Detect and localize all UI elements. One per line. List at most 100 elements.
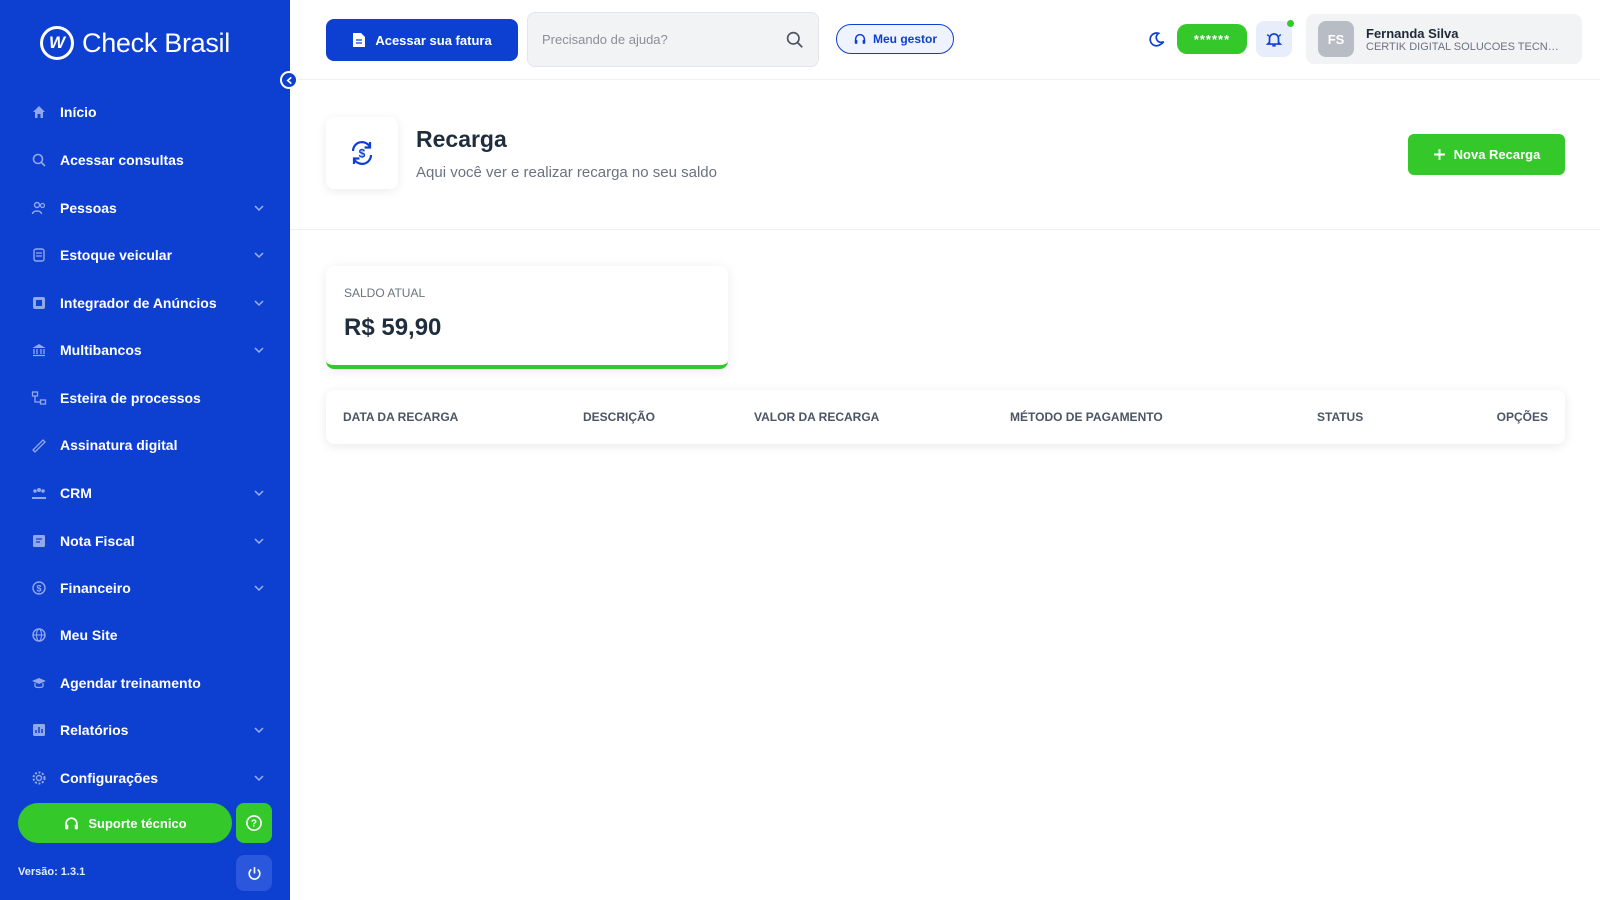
notification-indicator — [1287, 20, 1294, 27]
access-invoice-label: Acessar sua fatura — [375, 32, 492, 48]
chevron-down-icon — [252, 344, 266, 356]
help-button[interactable]: ? — [236, 803, 272, 843]
sidebar-item-crm[interactable]: CRM — [30, 478, 266, 508]
sidebar-item-label: Agendar treinamento — [60, 675, 201, 691]
logo-text: Check Brasil — [82, 27, 230, 58]
invoice-icon — [30, 532, 48, 550]
sidebar: W Check Brasil Início Acessar consultas … — [0, 0, 290, 900]
bank-icon — [30, 341, 48, 359]
sidebar-item-relatorios[interactable]: Relatórios — [30, 715, 266, 745]
finance-icon: $ — [30, 579, 48, 597]
help-search-input[interactable] — [542, 32, 785, 47]
sidebar-item-inicio[interactable]: Início — [30, 97, 266, 127]
chevron-left-icon — [285, 76, 294, 85]
chevron-down-icon — [252, 535, 266, 547]
sidebar-item-label: Esteira de processos — [60, 390, 201, 406]
support-button[interactable]: Suporte técnico — [18, 803, 232, 843]
logo-mark-icon: W — [40, 26, 74, 60]
sidebar-item-label: Pessoas — [60, 200, 117, 216]
masked-balance-badge[interactable]: ****** — [1177, 24, 1247, 54]
column-header-description[interactable]: DESCRIÇÃO — [583, 410, 655, 424]
recharge-icon: $ — [348, 139, 376, 167]
column-header-options: OPÇÕES — [1496, 410, 1548, 424]
power-icon — [246, 865, 263, 882]
sidebar-item-financeiro[interactable]: $ Financeiro — [30, 573, 266, 603]
app-version: Versão: 1.3.1 — [18, 866, 86, 878]
sidebar-collapse-button[interactable] — [280, 71, 298, 89]
balance-label: SALDO ATUAL — [344, 286, 426, 300]
brand-logo[interactable]: W Check Brasil — [40, 26, 230, 60]
sidebar-item-esteira-processos[interactable]: Esteira de processos — [30, 383, 266, 413]
sidebar-item-label: Financeiro — [60, 580, 131, 596]
new-recharge-button[interactable]: Nova Recarga — [1408, 134, 1565, 175]
chevron-down-icon — [252, 582, 266, 594]
dark-mode-toggle[interactable] — [1147, 29, 1167, 49]
new-recharge-label: Nova Recarga — [1453, 147, 1541, 162]
sidebar-item-assinatura-digital[interactable]: Assinatura digital — [30, 430, 266, 460]
bell-icon — [1265, 30, 1283, 48]
headset-icon — [853, 32, 867, 46]
column-header-payment-method[interactable]: MÉTODO DE PAGAMENTO — [1010, 410, 1163, 424]
chevron-down-icon — [252, 772, 266, 784]
svg-text:$: $ — [359, 147, 366, 161]
my-manager-label: Meu gestor — [872, 32, 937, 46]
globe-icon — [30, 626, 48, 644]
column-header-amount[interactable]: VALOR DA RECARGA — [754, 410, 879, 424]
sidebar-item-label: Configurações — [60, 770, 159, 786]
sidebar-item-nota-fiscal[interactable]: Nota Fiscal — [30, 526, 266, 556]
sidebar-item-label: Multibancos — [60, 342, 142, 358]
section-divider — [290, 229, 1600, 230]
vehicle-icon — [30, 246, 48, 264]
graduation-icon — [30, 674, 48, 692]
sidebar-item-label: Estoque veicular — [60, 247, 173, 263]
logout-button[interactable] — [236, 855, 272, 891]
sidebar-item-label: Nota Fiscal — [60, 533, 135, 549]
sidebar-item-label: Início — [60, 104, 97, 120]
sidebar-item-agendar-treinamento[interactable]: Agendar treinamento — [30, 668, 266, 698]
page-title: Recarga — [416, 126, 507, 152]
moon-icon — [1148, 31, 1166, 48]
recharge-table: DATA DA RECARGA DESCRIÇÃO VALOR DA RECAR… — [326, 390, 1565, 444]
user-company: CERTIK DIGITAL SOLUCOES TECNOLOGICAS — [1366, 40, 1562, 53]
svg-text:$: $ — [36, 584, 41, 594]
document-icon — [352, 32, 366, 48]
current-balance-card: SALDO ATUAL R$ 59,90 — [326, 266, 728, 369]
svg-text:?: ? — [251, 819, 257, 830]
sidebar-item-label: Acessar consultas — [60, 152, 184, 168]
sidebar-item-label: Assinatura digital — [60, 437, 178, 453]
search-icon[interactable] — [785, 30, 804, 49]
chevron-down-icon — [252, 249, 266, 261]
balance-value: R$ 59,90 — [344, 314, 442, 341]
process-icon — [30, 389, 48, 407]
sidebar-item-label: CRM — [60, 485, 92, 501]
people-icon — [30, 199, 48, 217]
sidebar-item-integrador-anuncios[interactable]: Integrador de Anúncios — [30, 288, 266, 318]
headset-icon — [63, 815, 80, 832]
notifications-button[interactable] — [1256, 21, 1292, 57]
access-invoice-button[interactable]: Acessar sua fatura — [326, 19, 518, 61]
sidebar-item-pessoas[interactable]: Pessoas — [30, 193, 266, 223]
user-name: Fernanda Silva — [1366, 25, 1459, 41]
sidebar-item-acessar-consultas[interactable]: Acessar consultas — [30, 145, 266, 175]
chevron-down-icon — [252, 297, 266, 309]
sidebar-item-estoque-veicular[interactable]: Estoque veicular — [30, 240, 266, 270]
chevron-down-icon — [252, 202, 266, 214]
my-manager-button[interactable]: Meu gestor — [836, 24, 954, 54]
plus-icon — [1433, 148, 1446, 161]
column-header-date[interactable]: DATA DA RECARGA — [343, 410, 458, 424]
help-search[interactable] — [527, 12, 819, 67]
sidebar-item-meu-site[interactable]: Meu Site — [30, 620, 266, 650]
help-icon: ? — [245, 814, 263, 832]
home-icon — [30, 103, 48, 121]
page-icon-box: $ — [326, 117, 398, 189]
user-profile-card[interactable]: FS Fernanda Silva CERTIK DIGITAL SOLUCOE… — [1306, 14, 1582, 64]
column-header-status[interactable]: STATUS — [1317, 410, 1363, 424]
sidebar-item-configuracoes[interactable]: Configurações — [30, 763, 266, 793]
crm-icon — [30, 484, 48, 502]
signature-icon — [30, 436, 48, 454]
top-header: Acessar sua fatura Meu gestor ****** FS … — [290, 0, 1600, 80]
avatar: FS — [1318, 21, 1354, 57]
report-icon — [30, 721, 48, 739]
sidebar-item-multibancos[interactable]: Multibancos — [30, 335, 266, 365]
sidebar-item-label: Integrador de Anúncios — [60, 295, 217, 311]
